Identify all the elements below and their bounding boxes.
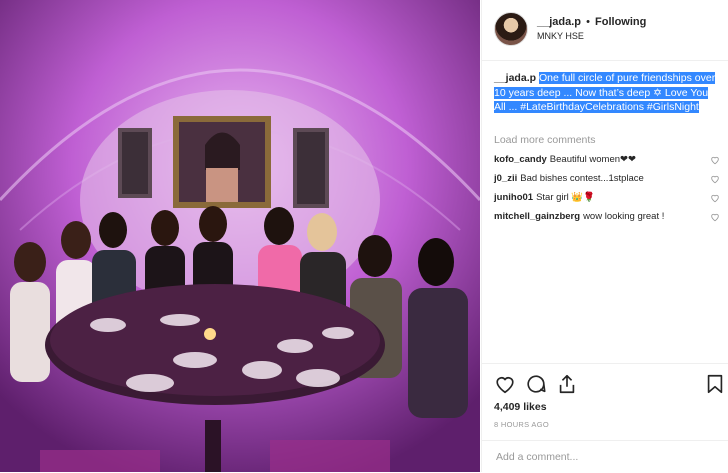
comment-heart-icon[interactable] [710,193,720,203]
comment-item: kofo_candy Beautiful women❤❤ [494,154,724,165]
comment-text: Beautiful women❤❤ [549,154,636,165]
post-caption: __jada.p One full circle of pure friends… [494,71,722,115]
post-photo[interactable] [0,0,480,472]
comment-username[interactable]: kofo_candy [494,154,547,165]
separator-dot: • [586,16,590,28]
add-comment-bar [482,440,728,473]
comment-text: Star girl 👑🌹 [536,192,596,203]
bookmark-icon[interactable] [704,373,726,395]
post-header: __jada.p • Following MNKY HSE [482,0,728,61]
comment-text: wow looking great ! [583,211,665,222]
caption-username[interactable]: __jada.p [494,72,536,84]
comment-item: juniho01 Star girl 👑🌹 [494,192,724,203]
author-username[interactable]: __jada.p [537,16,581,28]
comment-text: Bad bishes contest...1stplace [520,173,644,184]
author-line: __jada.p • Following [537,16,646,28]
follow-status[interactable]: Following [595,16,646,28]
comment-username[interactable]: mitchell_gainzberg [494,211,580,222]
post-location[interactable]: MNKY HSE [537,31,584,41]
post-panel: __jada.p • Following MNKY HSE __jada.p O… [481,0,728,472]
comment-heart-icon[interactable] [710,155,720,165]
comment-username[interactable]: j0_zii [494,173,517,184]
heart-icon[interactable] [494,373,516,395]
comment-icon[interactable] [525,373,547,395]
author-avatar[interactable] [494,12,528,46]
load-more-comments[interactable]: Load more comments [494,134,596,146]
photo-illustration [0,0,480,472]
comment-item: j0_zii Bad bishes contest...1stplace [494,173,724,184]
comment-heart-icon[interactable] [710,212,720,222]
share-icon[interactable] [556,373,578,395]
comment-heart-icon[interactable] [710,174,720,184]
action-bar [482,363,728,394]
likes-count[interactable]: 4,409 likes [494,401,547,413]
comment-username[interactable]: juniho01 [494,192,533,203]
post-timestamp[interactable]: 8 HOURS AGO [494,420,549,429]
comment-item: mitchell_gainzberg wow looking great ! [494,211,724,222]
add-comment-input[interactable] [494,450,698,464]
